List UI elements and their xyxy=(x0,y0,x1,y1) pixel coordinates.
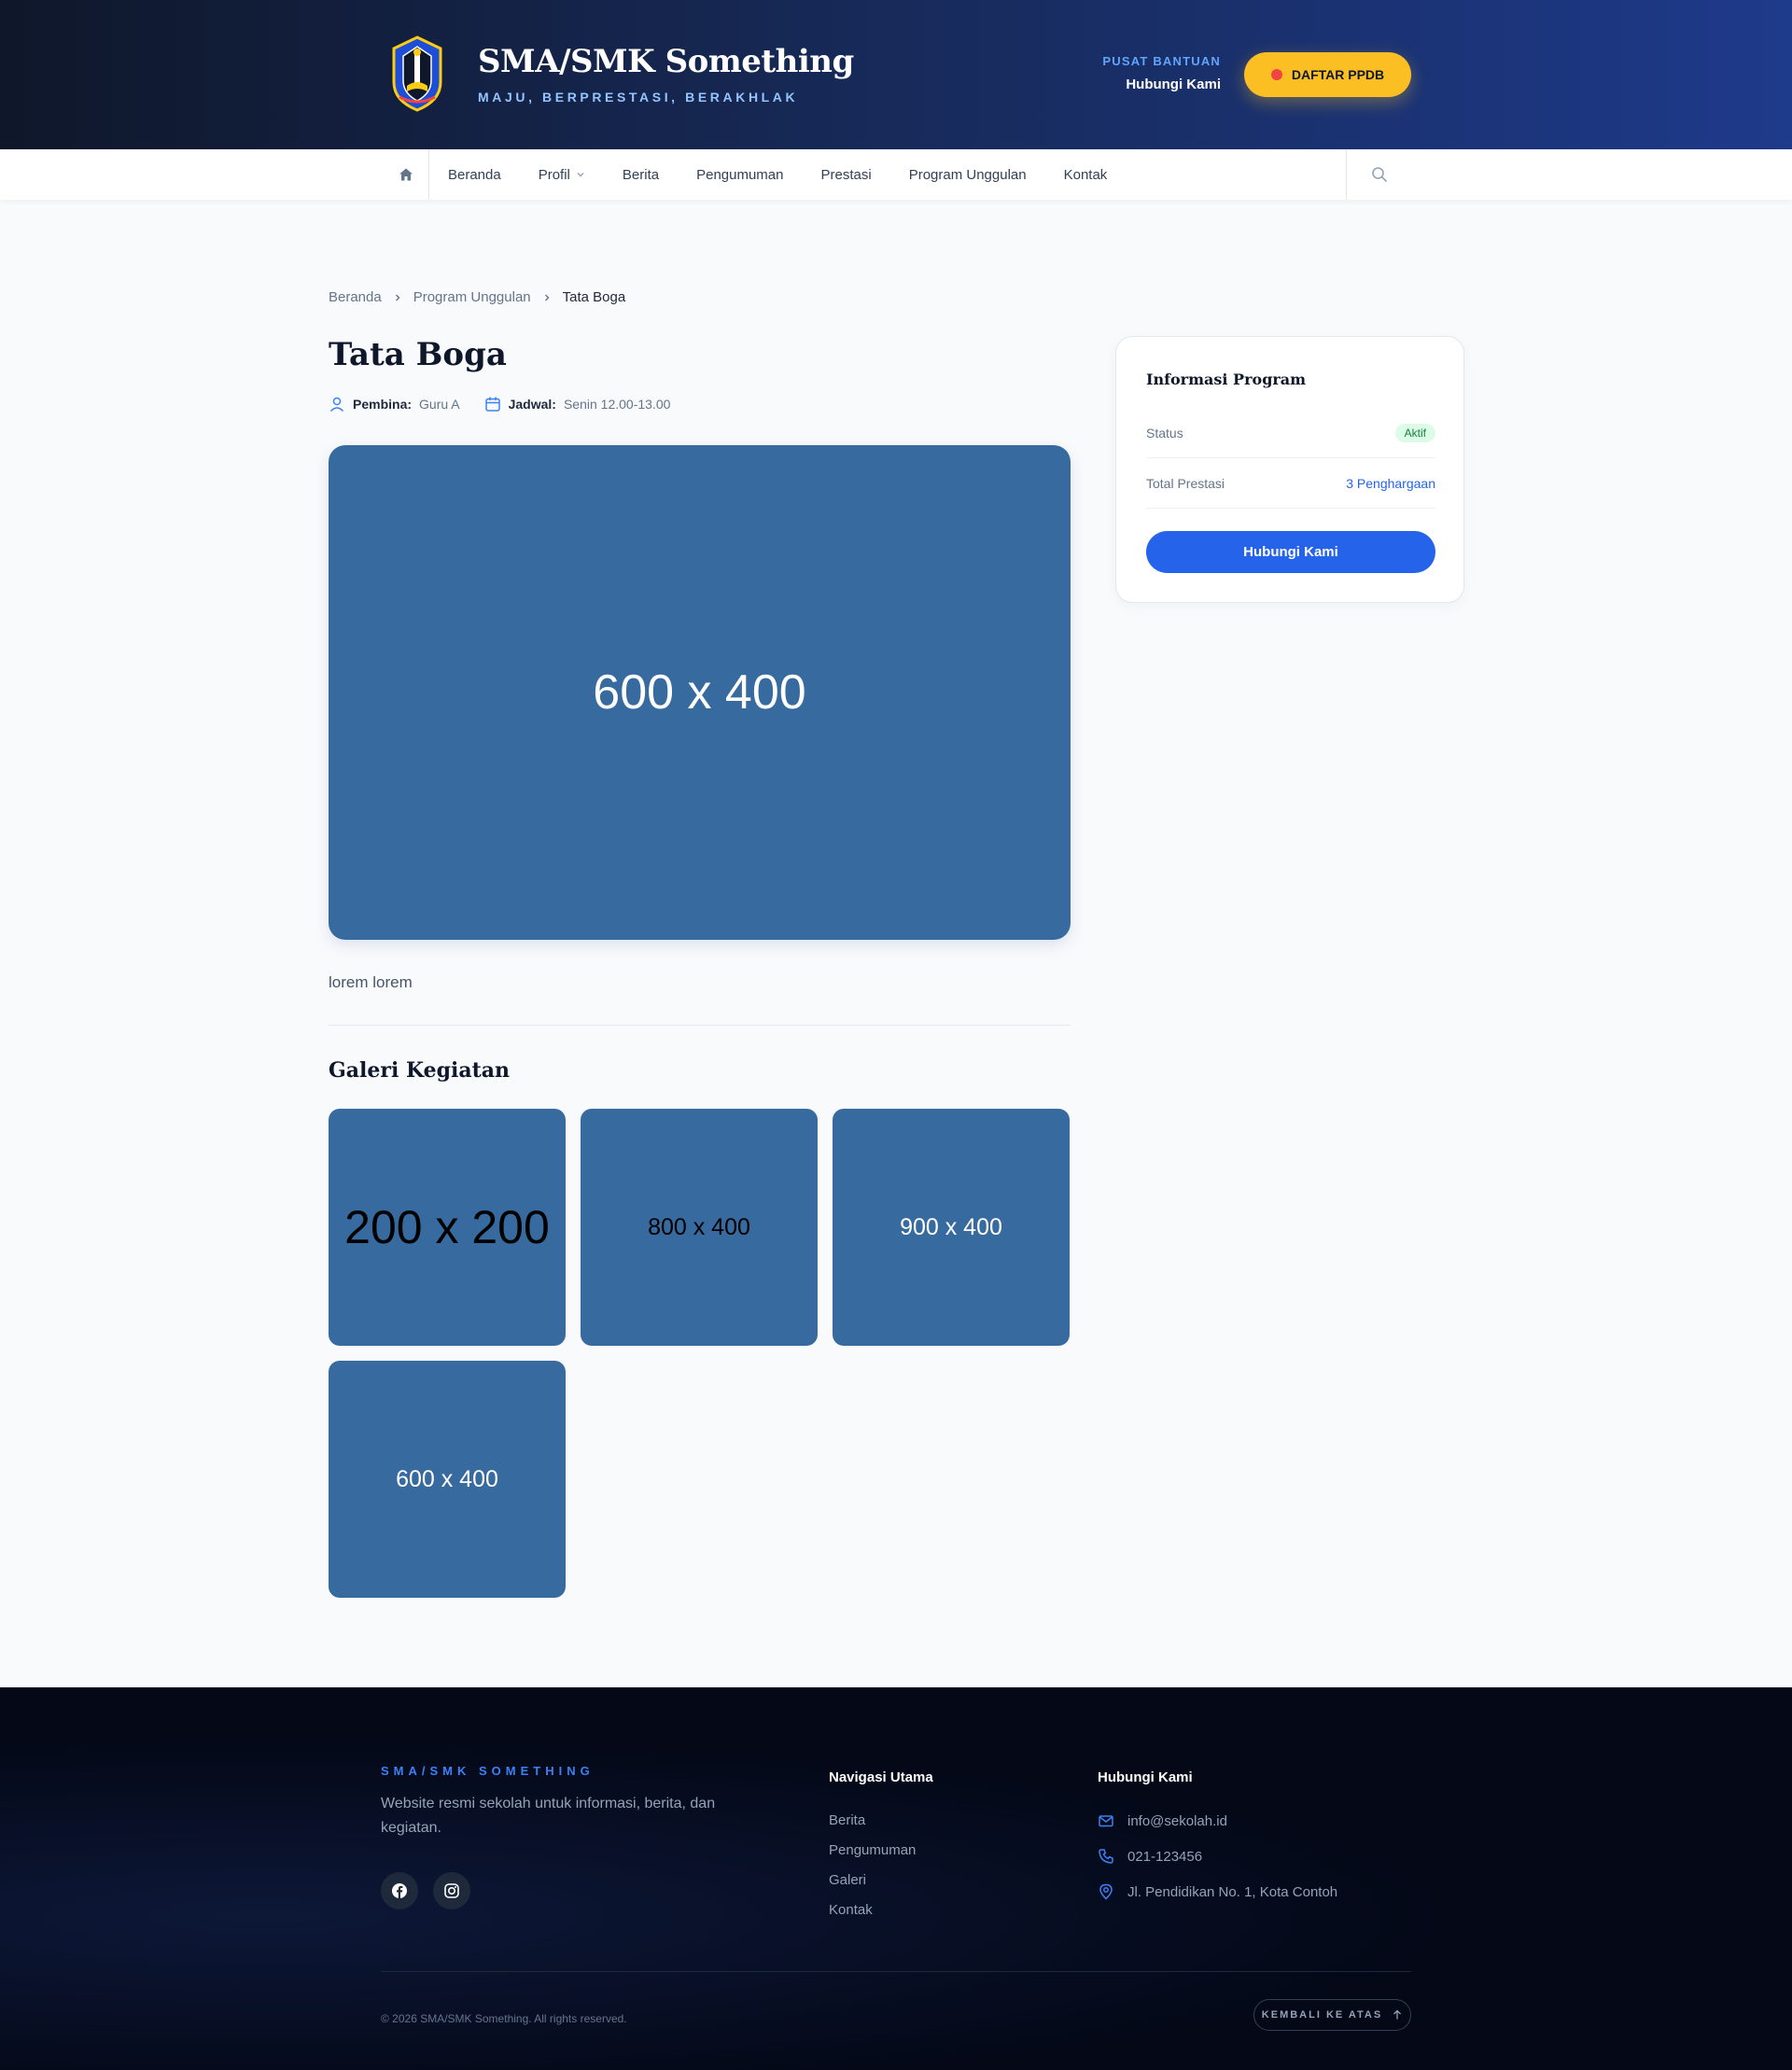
breadcrumb-beranda[interactable]: Beranda xyxy=(329,289,382,305)
chevron-right-icon xyxy=(395,294,400,301)
nav-item-label: Pengumuman xyxy=(696,166,784,183)
pembina-value: Guru A xyxy=(419,397,460,412)
nav-item-program-unggulan[interactable]: Program Unggulan xyxy=(890,149,1045,200)
school-crest-logo[interactable] xyxy=(390,35,444,112)
nav-item-label: Kontak xyxy=(1063,166,1108,183)
footer-link-pengumuman[interactable]: Pengumuman xyxy=(829,1842,916,1858)
back-to-top-label: KEMBALI KE ATAS xyxy=(1261,2009,1383,2021)
gallery-image[interactable]: 800 x 400 xyxy=(581,1109,818,1346)
prestasi-link[interactable]: 3 Penghargaan xyxy=(1346,476,1435,491)
footer-divider xyxy=(381,1971,1411,1972)
section-divider xyxy=(329,1025,1071,1026)
gallery-image-label: 900 x 400 xyxy=(900,1213,1002,1240)
help-center-label: PUSAT BANTUAN xyxy=(1102,54,1221,68)
pembina-label: Pembina: xyxy=(353,397,413,412)
footer-contact-title: Hubungi Kami xyxy=(1098,1769,1193,1785)
nav-item-label: Beranda xyxy=(448,166,501,183)
footer-address: Jl. Pendidikan No. 1, Kota Contoh xyxy=(1098,1883,1337,1900)
help-contact-link[interactable]: Hubungi Kami xyxy=(1126,77,1221,92)
gallery-title: Galeri Kegiatan xyxy=(329,1058,511,1083)
facebook-icon xyxy=(392,1883,407,1898)
status-badge: Aktif xyxy=(1394,423,1435,442)
footer-address-text: Jl. Pendidikan No. 1, Kota Contoh xyxy=(1127,1883,1338,1900)
nav-item-label: Prestasi xyxy=(820,166,872,183)
program-hero-image: 600 x 400 xyxy=(329,445,1071,940)
instagram-icon xyxy=(444,1883,459,1898)
nav-item-label: Program Unggulan xyxy=(908,166,1027,183)
program-meta: Pembina: Guru A Jadwal: Senin 12.00-13.0… xyxy=(329,396,670,413)
footer-email[interactable]: info@sekolah.id xyxy=(1098,1812,1227,1829)
footer-copyright: © 2026 SMA/SMK Something. All rights res… xyxy=(381,2012,627,2025)
gallery-image[interactable]: 200 x 200 xyxy=(329,1109,566,1346)
info-row-status: Status Aktif xyxy=(1146,408,1435,458)
footer-phone[interactable]: 021-123456 xyxy=(1098,1848,1202,1865)
footer-description: Website resmi sekolah untuk informasi, b… xyxy=(381,1796,716,1836)
footer-brand: SMA/SMK SOMETHING xyxy=(381,1764,595,1778)
prestasi-label: Total Prestasi xyxy=(1146,475,1225,491)
search-icon xyxy=(1371,167,1387,182)
gallery-image[interactable]: 900 x 400 xyxy=(833,1109,1070,1346)
site-footer: SMA/SMK SOMETHING Website resmi sekolah … xyxy=(0,1687,1792,2070)
live-dot-icon xyxy=(1270,69,1282,80)
nav-search-button[interactable] xyxy=(1346,149,1411,200)
nav-item-prestasi[interactable]: Prestasi xyxy=(803,149,890,200)
gallery-image-label: 800 x 400 xyxy=(648,1213,750,1240)
footer-email-text: info@sekolah.id xyxy=(1127,1812,1227,1829)
instagram-button[interactable] xyxy=(433,1872,470,1909)
footer-nav-title: Navigasi Utama xyxy=(829,1769,933,1785)
main-navigation: Beranda Profil Berita Pengumuman Prestas… xyxy=(0,149,1792,200)
breadcrumb-program-unggulan[interactable]: Program Unggulan xyxy=(413,289,531,305)
footer-link-berita[interactable]: Berita xyxy=(829,1812,865,1828)
nav-item-berita[interactable]: Berita xyxy=(604,149,678,200)
footer-phone-text: 021-123456 xyxy=(1127,1848,1203,1865)
jadwal-label: Jadwal: xyxy=(508,397,556,412)
info-row-prestasi: Total Prestasi 3 Penghargaan xyxy=(1146,458,1435,509)
nav-item-pengumuman[interactable]: Pengumuman xyxy=(678,149,802,200)
nav-item-beranda[interactable]: Beranda xyxy=(429,149,520,200)
brand-tagline: MAJU, BERPRESTASI, BERAKHLAK xyxy=(478,90,799,105)
home-icon xyxy=(399,168,413,181)
mail-icon xyxy=(1099,1815,1113,1827)
back-to-top-button[interactable]: KEMBALI KE ATAS xyxy=(1253,1999,1411,2031)
program-info-card: Informasi Program Status Aktif Total Pre… xyxy=(1115,336,1464,603)
chevron-down-icon xyxy=(577,173,584,177)
nav-home-button[interactable] xyxy=(383,149,429,200)
program-description: lorem lorem xyxy=(329,973,413,991)
gallery-image[interactable]: 600 x 400 xyxy=(329,1361,566,1598)
status-label: Status xyxy=(1146,425,1183,441)
info-card-title: Informasi Program xyxy=(1146,371,1307,388)
breadcrumb-current: Tata Boga xyxy=(562,289,626,305)
nav-item-kontak[interactable]: Kontak xyxy=(1045,149,1127,200)
user-icon xyxy=(329,397,344,413)
footer-link-galeri[interactable]: Galeri xyxy=(829,1872,866,1888)
breadcrumb: Beranda Program Unggulan Tata Boga xyxy=(329,289,625,305)
map-pin-icon xyxy=(1099,1883,1113,1900)
nav-item-label: Profil xyxy=(538,166,570,183)
chevron-right-icon xyxy=(544,294,550,301)
hero-placeholder-label: 600 x 400 xyxy=(593,665,806,720)
jadwal-value: Senin 12.00-13.00 xyxy=(563,397,671,412)
nav-item-label: Berita xyxy=(622,166,660,183)
nav-item-profil[interactable]: Profil xyxy=(520,149,604,200)
contact-button[interactable]: Hubungi Kami xyxy=(1146,531,1435,573)
calendar-icon xyxy=(484,397,500,412)
footer-link-kontak[interactable]: Kontak xyxy=(829,1902,873,1918)
gallery-image-label: 600 x 400 xyxy=(396,1465,498,1492)
arrow-up-icon xyxy=(1393,2009,1402,2020)
page-title: Tata Boga xyxy=(329,336,507,373)
brand-name[interactable]: SMA/SMK Something xyxy=(478,43,854,80)
register-ppdb-label: DAFTAR PPDB xyxy=(1291,67,1385,82)
register-ppdb-button[interactable]: DAFTAR PPDB xyxy=(1244,52,1411,97)
phone-icon xyxy=(1099,1849,1113,1864)
facebook-button[interactable] xyxy=(381,1872,418,1909)
gallery-image-label: 200 x 200 xyxy=(344,1201,550,1253)
site-header: SMA/SMK Something MAJU, BERPRESTASI, BER… xyxy=(0,0,1792,149)
